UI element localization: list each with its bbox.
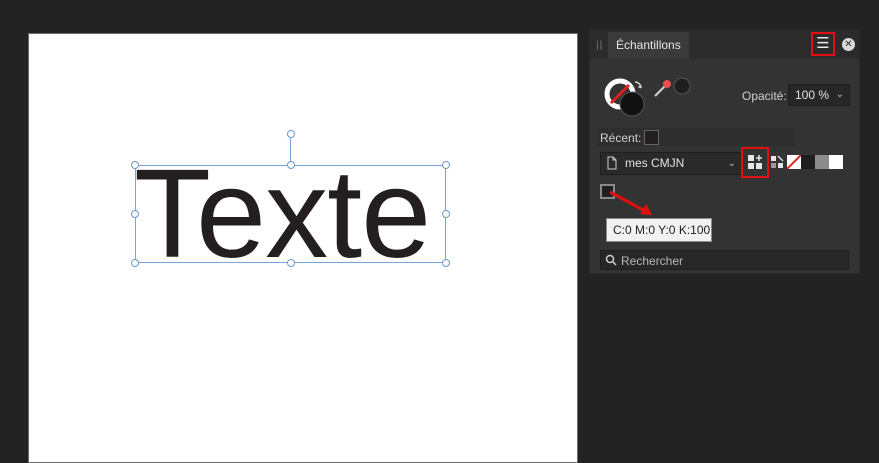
swatch-color-3[interactable] — [829, 155, 843, 169]
swatch-color-2[interactable] — [815, 155, 829, 169]
chevron-down-icon: ⌄ — [727, 158, 736, 169]
panel-header: || Échantillons ☰ ✕ — [590, 30, 859, 59]
panel-grip-icon[interactable]: || — [596, 40, 603, 51]
fill-stroke-well[interactable] — [602, 76, 650, 120]
recent-label: Récent: — [600, 131, 642, 145]
opacity-label: Opacité: — [742, 89, 787, 103]
selection-handle-top-right[interactable] — [442, 161, 450, 169]
add-swatch-button[interactable] — [741, 147, 769, 178]
selection-box — [135, 165, 446, 263]
swatch-tooltip: C:0 M:0 Y:0 K:100 — [606, 218, 712, 242]
selection-handle-top-left[interactable] — [131, 161, 139, 169]
document-icon — [607, 156, 617, 170]
selection-handle-top[interactable] — [287, 161, 295, 169]
panel-close-button[interactable]: ✕ — [842, 38, 855, 51]
palette-name: mes CMJN — [625, 156, 685, 170]
search-icon — [605, 254, 617, 266]
add-swatch-icon — [748, 155, 762, 169]
swatch-color-1[interactable] — [801, 155, 815, 169]
selection-handle-left[interactable] — [131, 210, 139, 218]
search-placeholder: Rechercher — [621, 254, 684, 268]
selection-handle-bottom-right[interactable] — [442, 259, 450, 267]
swatch-none[interactable] — [787, 155, 801, 169]
palette-dropdown[interactable]: mes CMJN ⌄ — [600, 152, 743, 175]
tab-swatches[interactable]: Échantillons — [608, 32, 689, 59]
rotation-handle[interactable] — [287, 130, 295, 138]
search-field[interactable]: Rechercher — [600, 250, 849, 270]
hamburger-icon: ☰ — [816, 35, 830, 52]
swatch-black-selected[interactable] — [600, 184, 615, 199]
selection-handle-right[interactable] — [442, 210, 450, 218]
panel-menu-button[interactable]: ☰ — [811, 32, 835, 56]
color-picker-icon[interactable] — [653, 76, 693, 100]
swatch-options-icon[interactable] — [770, 155, 784, 169]
selection-handle-bottom[interactable] — [287, 259, 295, 267]
selection-handle-bottom-left[interactable] — [131, 259, 139, 267]
opacity-dropdown[interactable]: 100 % ⌄ — [788, 84, 850, 106]
recent-swatch[interactable] — [644, 130, 659, 145]
chevron-down-icon: ⌄ — [835, 89, 844, 100]
opacity-value: 100 % — [795, 88, 830, 102]
close-icon: ✕ — [844, 39, 853, 50]
